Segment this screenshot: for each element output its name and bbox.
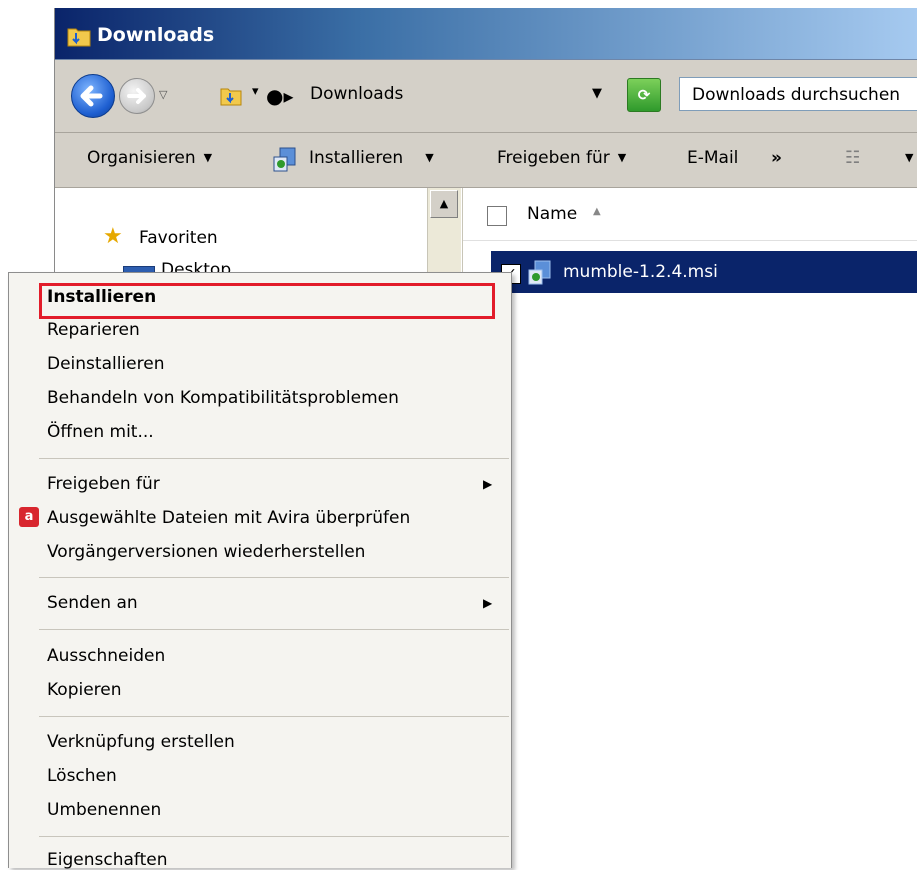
- menu-item-uninstall[interactable]: Deinstallieren: [47, 354, 164, 374]
- menu-item-open-with[interactable]: Öffnen mit...: [47, 422, 154, 442]
- scroll-up-button[interactable]: ▲: [430, 190, 458, 218]
- menu-item-scan-avira[interactable]: Ausgewählte Dateien mit Avira überprüfen: [47, 508, 410, 528]
- share-menu-button[interactable]: Freigeben für ▼: [497, 148, 626, 168]
- refresh-button[interactable]: ⟳: [627, 78, 661, 112]
- chevron-down-icon: ▼: [617, 151, 627, 164]
- menu-item-install[interactable]: Installieren: [47, 287, 156, 307]
- installer-icon: [273, 147, 296, 172]
- nav-item-favorites[interactable]: Favoriten: [139, 228, 218, 248]
- menu-separator: [39, 629, 509, 630]
- folder-icon: [220, 88, 242, 106]
- forward-button[interactable]: [119, 78, 155, 114]
- view-options-icon[interactable]: ☷: [845, 148, 860, 168]
- organize-menu-button[interactable]: Organisieren ▼: [87, 148, 212, 168]
- column-header-name[interactable]: Name: [527, 204, 577, 224]
- menu-item-restore-previous-versions[interactable]: Vorgängerversionen wiederherstellen: [47, 542, 365, 562]
- sort-ascending-icon: ▲: [593, 206, 601, 217]
- chevron-down-icon: ▼: [425, 151, 434, 164]
- address-path-text[interactable]: Downloads: [310, 84, 403, 104]
- install-button[interactable]: Installieren ▼: [309, 148, 434, 168]
- star-icon: ★: [103, 224, 123, 249]
- command-toolbar: Organisieren ▼ Installieren ▼ Freigeben fü…: [55, 133, 917, 188]
- network-user-icon: ●▸: [266, 84, 294, 108]
- share-label: Freigeben für: [497, 148, 610, 168]
- installer-icon: [528, 260, 551, 285]
- file-name: mumble-1.2.4.msi: [563, 262, 718, 282]
- menu-item-troubleshoot-compatibility[interactable]: Behandeln von Kompatibilitätsproblemen: [47, 388, 399, 408]
- menu-separator: [39, 458, 509, 459]
- search-input[interactable]: Downloads durchsuchen: [679, 77, 917, 111]
- menu-item-cut[interactable]: Ausschneiden: [47, 646, 165, 666]
- address-dropdown-icon[interactable]: ▼: [592, 86, 602, 101]
- menu-item-share-with[interactable]: Freigeben für: [47, 474, 160, 494]
- file-row-mumble[interactable]: ✓ mumble-1.2.4.msi: [491, 251, 917, 293]
- menu-separator: [39, 716, 509, 717]
- chevron-down-icon: ▼: [203, 151, 213, 164]
- avira-icon: a: [19, 507, 39, 527]
- more-commands-button[interactable]: »: [771, 148, 782, 168]
- address-bar: ▽ ▾ ●▸ Downloads ▼ ⟳ Downloads durchsuch…: [55, 60, 917, 133]
- refresh-icon: ⟳: [637, 86, 651, 104]
- address-path-box[interactable]: ▾ ●▸ Downloads ▼: [209, 77, 611, 115]
- menu-item-repair[interactable]: Reparieren: [47, 320, 140, 340]
- menu-item-delete[interactable]: Löschen: [47, 766, 117, 786]
- submenu-arrow-icon: ▶: [483, 477, 493, 491]
- menu-item-rename[interactable]: Umbenennen: [47, 800, 161, 820]
- title-bar[interactable]: Downloads: [55, 8, 917, 60]
- menu-separator: [39, 836, 509, 837]
- menu-item-properties[interactable]: Eigenschaften: [47, 850, 167, 870]
- window-title: Downloads: [97, 24, 215, 46]
- menu-separator: [39, 577, 509, 578]
- column-header: Name ▲: [463, 188, 917, 241]
- organize-label: Organisieren: [87, 148, 196, 168]
- submenu-arrow-icon: ▶: [483, 596, 493, 610]
- view-dropdown-icon[interactable]: ▼: [905, 148, 913, 168]
- folder-icon: [67, 28, 91, 47]
- arrow-left-icon: [80, 85, 103, 107]
- install-label: Installieren: [309, 148, 404, 168]
- context-menu: Installieren Reparieren Deinstallieren B…: [8, 272, 512, 870]
- path-separator-icon[interactable]: ▾: [252, 84, 259, 99]
- menu-item-send-to[interactable]: Senden an: [47, 593, 138, 613]
- recent-pages-dropdown-icon[interactable]: ▽: [159, 88, 167, 101]
- email-button[interactable]: E-Mail: [687, 148, 738, 168]
- file-list: Name ▲ ✓ mumble-1.2.4.msi: [462, 188, 917, 867]
- menu-item-create-shortcut[interactable]: Verknüpfung erstellen: [47, 732, 235, 752]
- menu-item-copy[interactable]: Kopieren: [47, 680, 122, 700]
- select-all-checkbox[interactable]: [487, 206, 507, 226]
- back-button[interactable]: [71, 74, 115, 118]
- arrow-right-icon: [127, 88, 146, 104]
